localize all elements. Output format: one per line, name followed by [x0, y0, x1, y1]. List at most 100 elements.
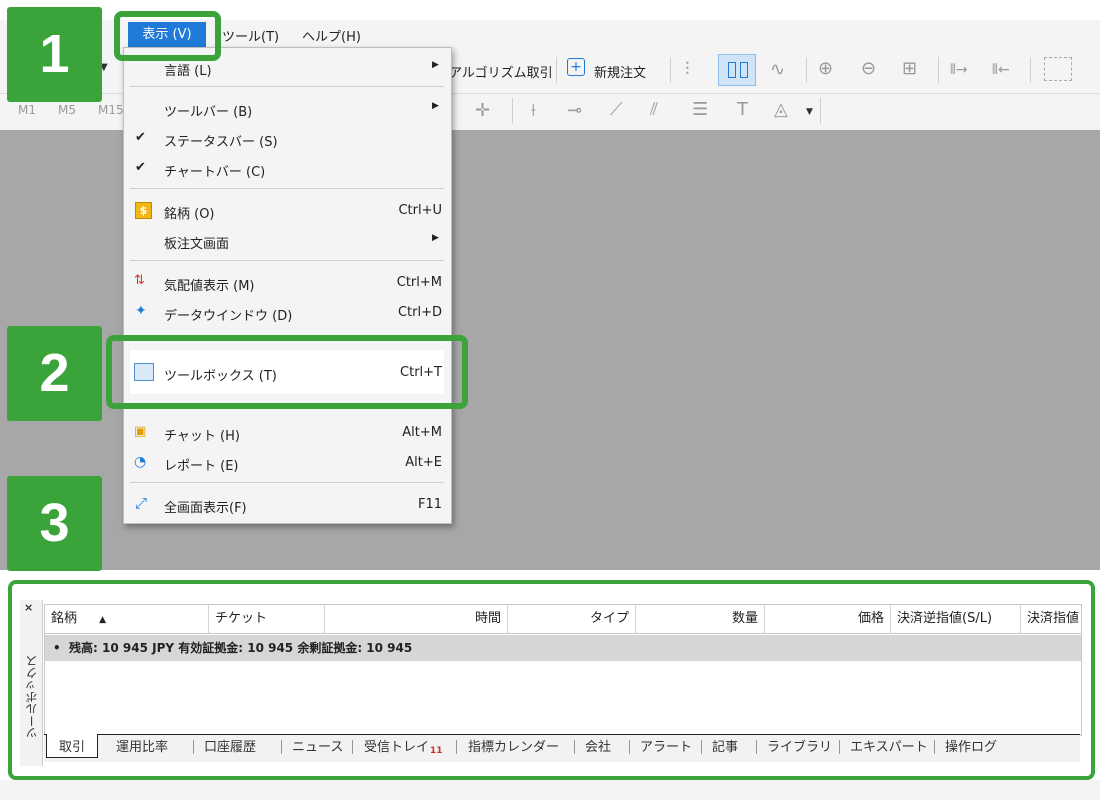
shortcut-chat: Alt+M: [402, 425, 442, 440]
algo-trading-button[interactable]: アルゴリズム取引: [449, 62, 553, 81]
horizontal-line-icon[interactable]: ⊸: [567, 101, 582, 121]
menu-separator: [130, 86, 444, 87]
tab-calendar[interactable]: 指標カレンダー: [468, 736, 559, 755]
toolbar-separator: [806, 57, 807, 83]
timeframe-m5[interactable]: M5: [58, 103, 76, 117]
tab-news[interactable]: ニュース: [292, 736, 343, 755]
new-order-icon[interactable]: +: [567, 58, 585, 76]
tab-separator: [839, 740, 840, 754]
toolbar-separator: [512, 98, 513, 124]
symbols-icon: $: [135, 202, 152, 219]
tab-separator: [281, 740, 282, 754]
candle-icon: [728, 62, 736, 78]
tab-journal[interactable]: 操作ログ: [945, 736, 997, 755]
tile-windows-icon[interactable]: ⊞: [902, 59, 917, 79]
highlight-view-menu: [114, 11, 221, 61]
menu-item-toolbar[interactable]: ツールバー (B): [164, 101, 252, 120]
tab-library[interactable]: ライブラリ: [767, 736, 832, 755]
tab-alerts[interactable]: アラート: [640, 736, 692, 755]
fibonacci-icon[interactable]: ☰: [692, 100, 708, 120]
tab-separator: [456, 740, 457, 754]
timeframe-m1[interactable]: M1: [18, 103, 36, 117]
column-header-time[interactable]: 時間: [325, 605, 508, 633]
tab-separator: [756, 740, 757, 754]
toolbar-separator: [1030, 57, 1031, 83]
toolbox-tabs: 取引 運用比率 口座履歴 ニュース 受信トレイ 11 指標カレンダー 会社 アラ…: [44, 734, 1080, 762]
checkmark-icon: ✔: [135, 130, 146, 145]
tab-history[interactable]: 口座履歴: [204, 736, 256, 755]
menu-item-language[interactable]: 言語 (L): [164, 60, 212, 79]
screenshot-icon[interactable]: [1044, 57, 1072, 81]
shortcut-report: Alt+E: [405, 455, 442, 470]
zoom-out-icon[interactable]: ⊖: [861, 59, 876, 79]
highlight-toolbox-item: [106, 335, 468, 409]
menu-item-depth-of-market[interactable]: 板注文画面: [164, 233, 229, 252]
candlestick-chart-button[interactable]: [718, 54, 756, 86]
balance-summary-text: 残高: 10 945 JPY 有効証拠金: 10 945 余剰証拠金: 10 9…: [69, 641, 413, 655]
column-header-take-profit[interactable]: 決済指値: [1021, 605, 1081, 633]
submenu-arrow-icon: ▶: [432, 233, 439, 243]
status-bar: [0, 780, 1100, 800]
menu-separator: [130, 260, 444, 261]
tab-separator: [629, 740, 630, 754]
zoom-in-icon[interactable]: ⊕: [818, 59, 833, 79]
channel-icon[interactable]: ⫽: [650, 100, 658, 120]
tab-trade[interactable]: 取引: [46, 734, 99, 758]
header-divider: [45, 633, 1081, 634]
tabs-top-line: [44, 734, 1080, 735]
tab-company[interactable]: 会社: [585, 736, 611, 755]
column-header-type[interactable]: タイプ: [508, 605, 636, 633]
menu-item-statusbar[interactable]: ステータスバー (S): [164, 131, 278, 150]
tab-experts[interactable]: エキスパート: [850, 736, 928, 755]
view-menu-dropdown: 言語 (L) ▶ ツールバー (B) ▶ ✔ ステータスバー (S) ✔ チャー…: [123, 47, 452, 524]
tab-separator: [352, 740, 353, 754]
menu-item-symbols[interactable]: 銘柄 (O): [164, 203, 215, 222]
new-order-button[interactable]: 新規注文: [594, 62, 646, 81]
mailbox-count-badge: 11: [430, 746, 443, 756]
data-window-icon: ✦: [135, 303, 147, 319]
crosshair-icon[interactable]: ✛: [475, 101, 490, 121]
column-header-volume[interactable]: 数量: [636, 605, 765, 633]
menu-item-fullscreen[interactable]: 全画面表示(F): [164, 497, 247, 516]
tab-mailbox[interactable]: 受信トレイ: [364, 736, 429, 755]
toolbar-separator: [820, 98, 821, 124]
column-header-symbol[interactable]: 銘柄 ▲: [45, 605, 209, 633]
tab-separator: [934, 740, 935, 754]
menu-separator: [130, 482, 444, 483]
market-watch-icon: ⇅: [134, 273, 145, 288]
autoscroll-icon[interactable]: ⫴←: [992, 60, 1010, 80]
shortcut-market-watch: Ctrl+M: [396, 275, 442, 290]
sort-ascending-icon: ▲: [99, 615, 107, 625]
fullscreen-icon: ⤢: [135, 494, 148, 512]
menu-item-market-watch[interactable]: 気配値表示 (M): [164, 275, 255, 294]
column-header-price[interactable]: 価格: [765, 605, 891, 633]
menu-item-data-window[interactable]: データウインドウ (D): [164, 305, 292, 324]
chart-shift-icon[interactable]: ⫴→: [950, 60, 968, 80]
report-icon: ◔: [134, 454, 147, 470]
vertical-line-icon[interactable]: ⟊: [531, 101, 536, 121]
line-chart-icon[interactable]: ∿: [770, 60, 785, 80]
chat-icon: ▣: [134, 424, 147, 439]
shapes-icon[interactable]: ◬: [774, 100, 788, 120]
timeframe-m15[interactable]: M15: [98, 103, 124, 117]
text-icon[interactable]: T: [737, 100, 748, 120]
chevron-down-icon[interactable]: ▼: [806, 107, 813, 117]
tab-separator: [574, 740, 575, 754]
shortcut-data-window: Ctrl+D: [397, 305, 442, 320]
toolbar-separator: [670, 57, 671, 83]
bullet-icon: •: [53, 641, 70, 655]
trade-table: 銘柄 ▲ チケット 時間 タイプ 数量 価格 決済逆指値(S/L) 決済指値 •…: [44, 604, 1082, 736]
menu-help[interactable]: ヘルプ(H): [302, 26, 361, 45]
menu-item-chat[interactable]: チャット (H): [164, 425, 240, 444]
tab-articles[interactable]: 記事: [712, 736, 738, 755]
tab-exposure[interactable]: 運用比率: [116, 736, 168, 755]
column-header-stop-loss[interactable]: 決済逆指値(S/L): [891, 605, 1021, 633]
column-header-ticket[interactable]: チケット: [209, 605, 325, 633]
trendline-icon[interactable]: ⟋: [610, 100, 623, 120]
close-icon[interactable]: ×: [24, 601, 33, 614]
menu-item-report[interactable]: レポート (E): [164, 455, 239, 474]
tab-separator: [701, 740, 702, 754]
menu-tools[interactable]: ツール(T): [222, 26, 279, 45]
menu-item-chartbar[interactable]: チャートバー (C): [164, 161, 265, 180]
bar-chart-icon[interactable]: ⫶: [685, 60, 690, 80]
